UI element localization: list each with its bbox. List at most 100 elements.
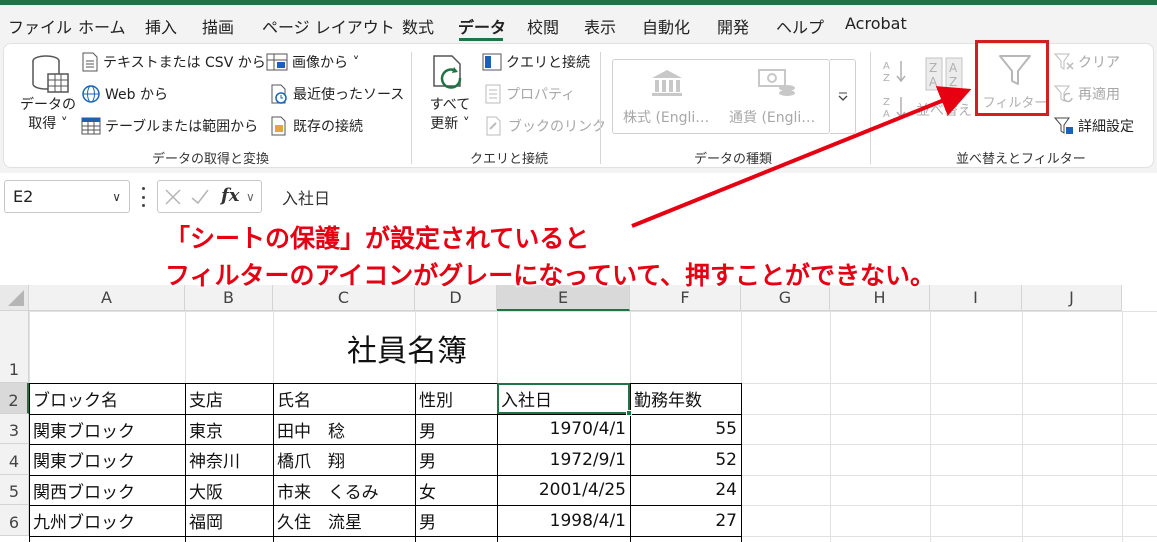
table-cell[interactable]: 27 — [630, 505, 741, 536]
enter-check-icon[interactable] — [190, 188, 210, 206]
row-header-1[interactable]: 1 — [0, 311, 29, 383]
tab-data[interactable]: データ — [458, 14, 506, 38]
advanced-filter-button[interactable]: 詳細設定 — [1054, 116, 1134, 136]
row-header-4[interactable]: 4 — [0, 444, 29, 475]
name-box-value: E2 — [13, 187, 34, 206]
table-cell[interactable]: 久住 流星 — [273, 505, 415, 536]
table-header-cell[interactable]: 支店 — [185, 383, 273, 414]
tab-file[interactable]: ファイル — [8, 14, 72, 38]
table-cell[interactable]: 神奈川 — [185, 444, 273, 475]
from-text-csv-button[interactable]: テキストまたは CSV から — [81, 52, 266, 72]
sort-descending-button[interactable]: ZA — [882, 94, 910, 120]
tab-formulas[interactable]: 数式 — [402, 14, 434, 38]
table-header-cell[interactable]: 氏名 — [273, 383, 415, 414]
table-cell[interactable]: 女 — [415, 475, 497, 505]
tab-automate[interactable]: 自動化 — [642, 14, 690, 38]
table-cell[interactable]: 24 — [630, 475, 741, 505]
currencies-label: 通貨 (Engli… — [729, 110, 816, 126]
existing-connections-label: 既存の接続 — [293, 119, 363, 135]
column-header-a[interactable]: A — [29, 285, 185, 311]
group-divider — [870, 52, 871, 164]
fill-handle[interactable] — [626, 410, 632, 416]
column-header-i[interactable]: I — [930, 285, 1022, 311]
properties-label: プロパティ — [506, 87, 576, 103]
bank-icon — [652, 70, 682, 96]
data-types-expand-button[interactable] — [830, 59, 856, 134]
table-cell[interactable]: 市来 くるみ — [273, 475, 415, 505]
table-cell[interactable]: 大阪 — [185, 475, 273, 505]
svg-text:Z: Z — [883, 73, 890, 84]
row-header-5[interactable]: 5 — [0, 475, 29, 505]
name-box[interactable]: E2 ∨ — [4, 180, 130, 213]
data-types-group-label: データの種類 — [694, 152, 773, 167]
tab-insert[interactable]: 挿入 — [145, 14, 177, 38]
table-cell[interactable]: 関西ブロック — [29, 475, 185, 505]
tab-home[interactable]: ホーム — [78, 14, 126, 38]
table-border — [29, 383, 30, 542]
advanced-filter-label: 詳細設定 — [1078, 119, 1134, 135]
table-cell[interactable]: 1970/4/1 — [497, 414, 630, 444]
queries-connections-button[interactable]: クエリと接続 — [482, 52, 590, 72]
gridline — [1022, 311, 1023, 542]
insert-function-button[interactable]: fx — [221, 185, 239, 206]
chevron-down-icon[interactable]: ∨ — [246, 190, 255, 204]
tab-draw[interactable]: 描画 — [202, 14, 234, 38]
table-header-cell[interactable]: 勤務年数 — [630, 383, 741, 414]
table-cell[interactable]: 福岡 — [185, 505, 273, 536]
table-cell[interactable]: 橋爪 翔 — [273, 444, 415, 475]
table-cell[interactable]: 男 — [415, 444, 497, 475]
existing-connections-button[interactable]: 既存の接続 — [269, 116, 363, 136]
select-all-button[interactable] — [0, 285, 29, 311]
sort-az-icon: AZ — [883, 61, 906, 84]
table-cell[interactable]: 東京 — [185, 414, 273, 444]
tab-page-layout[interactable]: ページ レイアウト — [262, 14, 395, 38]
table-cell[interactable]: 男 — [415, 505, 497, 536]
table-cell[interactable]: 1972/9/1 — [497, 444, 630, 475]
table-cell[interactable]: 九州ブロック — [29, 505, 185, 536]
row-header-6[interactable]: 6 — [0, 505, 29, 536]
cancel-icon[interactable] — [164, 188, 182, 206]
sort-ascending-button[interactable]: AZ — [882, 58, 910, 84]
formula-input[interactable]: 入社日 — [266, 180, 1154, 213]
recent-sources-button[interactable]: 最近使ったソース — [269, 84, 404, 104]
table-header-cell[interactable]: 性別 — [415, 383, 497, 414]
tab-view[interactable]: 表示 — [584, 14, 616, 38]
table-cell[interactable]: 2001/4/25 — [497, 475, 630, 505]
table-cell[interactable]: 55 — [630, 414, 741, 444]
stocks-button[interactable]: 株式 (Engli… — [613, 60, 721, 133]
refresh-all-button[interactable]: すべて 更新 ˅ — [422, 52, 478, 136]
tab-review[interactable]: 校閲 — [527, 14, 559, 38]
chevron-down-icon[interactable]: ∨ — [112, 190, 121, 204]
table-cell[interactable]: 田中 稔 — [273, 414, 415, 444]
svg-text:A: A — [929, 75, 938, 89]
tab-developer[interactable]: 開発 — [717, 14, 749, 38]
table-cell[interactable]: 関東ブロック — [29, 414, 185, 444]
row-header-3[interactable]: 3 — [0, 414, 29, 444]
more-options-icon[interactable] — [139, 187, 147, 207]
reapply-filter-button[interactable]: 再適用 — [1054, 84, 1120, 104]
clear-filter-button[interactable]: クリア — [1054, 52, 1120, 72]
sort-button[interactable]: ZAAZ 並べ替え — [914, 52, 974, 136]
reapply-filter-icon — [1054, 85, 1073, 103]
get-data-button[interactable]: データの 取得 ˅ — [18, 52, 78, 136]
currencies-button[interactable]: 通貨 (Engli… — [721, 60, 829, 133]
table-cell[interactable]: 関東ブロック — [29, 444, 185, 475]
properties-button[interactable]: プロパティ — [484, 84, 575, 104]
table-cell[interactable]: 52 — [630, 444, 741, 475]
table-header-cell[interactable]: ブロック名 — [29, 383, 185, 414]
gridline — [830, 311, 831, 542]
column-header-j[interactable]: J — [1022, 285, 1122, 311]
link-icon — [486, 116, 501, 136]
from-picture-button[interactable]: 画像から ˅ — [266, 52, 359, 72]
from-table-range-button[interactable]: テーブルまたは範囲から — [81, 116, 258, 136]
table-cell[interactable]: 男 — [415, 414, 497, 444]
recent-sources-label: 最近使ったソース — [293, 87, 405, 103]
get-data-group-label: データの取得と変換 — [152, 152, 270, 167]
tab-acrobat[interactable]: Acrobat — [845, 14, 907, 33]
table-cell[interactable]: 1998/4/1 — [497, 505, 630, 536]
row-header-2[interactable]: 2 — [0, 383, 29, 414]
from-web-button[interactable]: Web から — [81, 84, 168, 104]
edit-links-button[interactable]: ブックのリンク — [484, 116, 606, 136]
tab-help[interactable]: ヘルプ — [776, 14, 824, 38]
filter-highlight-box — [975, 40, 1049, 116]
